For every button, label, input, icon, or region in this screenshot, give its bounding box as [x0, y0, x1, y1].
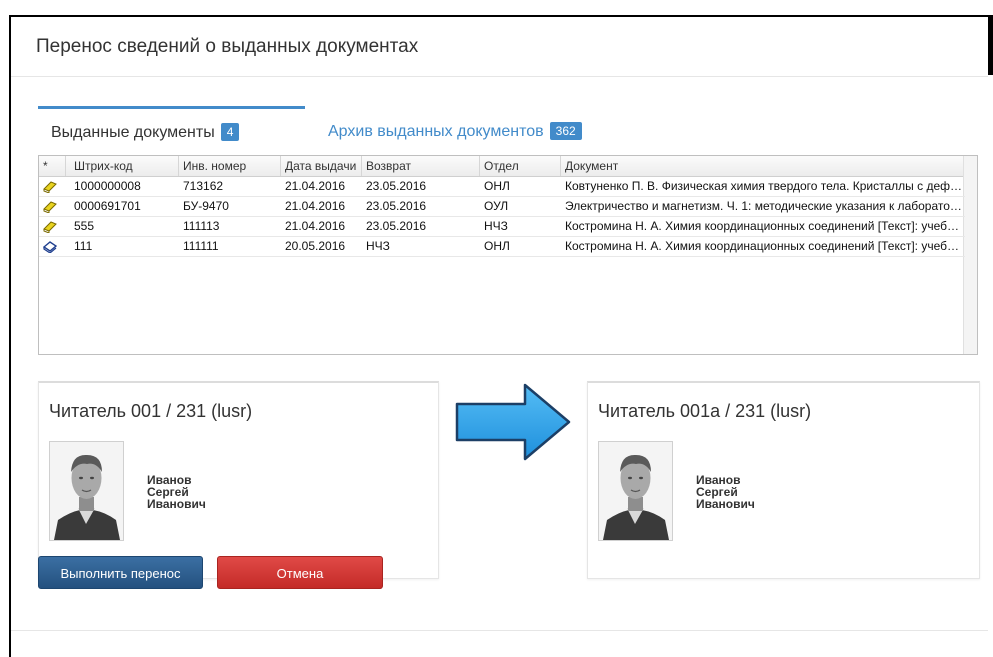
department-cell: ОНЛ — [484, 239, 510, 253]
yellow-book-icon — [43, 181, 57, 193]
table-row[interactable]: 555 111113 21.04.2016 23.05.2016 НЧЗ Кос… — [39, 217, 965, 237]
document-cell: Ковтуненко П. В. Физическая химия твердо… — [565, 179, 965, 193]
transfer-button[interactable]: Выполнить перенос — [38, 556, 203, 589]
issue-date-cell: 21.04.2016 — [285, 179, 346, 193]
person-photo-icon — [50, 442, 123, 540]
tab-issued-documents[interactable]: Выданные документы 4 — [38, 106, 305, 150]
dialog-title: Перенос сведений о выданных документах — [36, 36, 419, 57]
cancel-button[interactable]: Отмена — [217, 556, 383, 589]
reader-photo — [49, 441, 124, 541]
window-border-left — [9, 15, 11, 657]
document-cell: Костромина Н. А. Химия координационных с… — [565, 239, 965, 253]
inventory-cell: БУ-9470 — [183, 199, 229, 213]
inventory-cell: 713162 — [183, 179, 224, 193]
department-cell: НЧЗ — [484, 219, 508, 233]
yellow-book-icon — [43, 221, 57, 233]
table-row[interactable]: 111 111111 20.05.2016 НЧЗ ОНЛ Костромина… — [39, 237, 965, 257]
window-border-top — [9, 15, 993, 17]
inventory-cell: 111111 — [183, 239, 219, 253]
column-header-inventory[interactable]: Инв. номер — [179, 156, 281, 176]
column-header-status[interactable]: * — [39, 156, 66, 176]
barcode-cell: 111 — [74, 239, 93, 253]
tab-label: Архив выданных документов — [328, 123, 544, 140]
source-reader-card: Читатель 001 / 231 (lusr) Иванов Сергей … — [38, 381, 439, 579]
count-badge: 4 — [220, 123, 240, 141]
tab-bar: Выданные документы 4 Архив выданных докум… — [38, 106, 980, 150]
count-badge: 362 — [549, 122, 582, 140]
tab-label: Выданные документы — [51, 124, 215, 141]
department-cell: ОУЛ — [484, 199, 509, 213]
return-date-cell: 23.05.2016 — [366, 179, 427, 193]
column-header-return-date[interactable]: Возврат — [362, 156, 480, 176]
barcode-cell: 555 — [74, 219, 95, 233]
table-row[interactable]: 0000691701 БУ-9470 21.04.2016 23.05.2016… — [39, 197, 965, 217]
transfer-arrow-icon — [455, 383, 571, 461]
table-row[interactable]: 1000000008 713162 21.04.2016 23.05.2016 … — [39, 177, 965, 197]
inventory-cell: 111113 — [183, 219, 220, 233]
barcode-cell: 0000691701 — [74, 199, 141, 213]
person-photo-icon — [599, 442, 672, 540]
department-cell: ОНЛ — [484, 179, 510, 193]
window-border-right — [988, 15, 993, 75]
issue-date-cell: 20.05.2016 — [285, 239, 346, 253]
title-divider — [11, 76, 988, 77]
grid-header: * Штрих-код Инв. номер Дата выдачи Возвр… — [39, 156, 965, 177]
tab-archive[interactable]: Архив выданных документов 362 — [328, 106, 582, 150]
issued-documents-grid[interactable]: * Штрих-код Инв. номер Дата выдачи Возвр… — [38, 155, 978, 355]
document-cell: Электричество и магнетизм. Ч. 1: методич… — [565, 199, 965, 213]
return-date-cell: 23.05.2016 — [366, 219, 427, 233]
target-reader-card: Читатель 001а / 231 (lusr) Иванов Сергей… — [587, 381, 980, 579]
barcode-cell: 1000000008 — [74, 179, 141, 193]
footer-divider — [11, 630, 988, 631]
reader-middle-name: Иванович — [147, 497, 206, 511]
reader-title: Читатель 001 / 231 (lusr) — [49, 401, 253, 421]
document-cell: Костромина Н. А. Химия координационных с… — [565, 219, 965, 233]
blue-book-icon — [43, 241, 57, 253]
reader-title: Читатель 001а / 231 (lusr) — [598, 401, 812, 421]
column-header-barcode[interactable]: Штрих-код — [66, 156, 179, 176]
reader-middle-name: Иванович — [696, 497, 755, 511]
grid-scrollbar[interactable] — [963, 156, 977, 354]
yellow-book-icon — [43, 201, 57, 213]
issue-date-cell: 21.04.2016 — [285, 219, 346, 233]
issue-date-cell: 21.04.2016 — [285, 199, 346, 213]
return-date-cell: 23.05.2016 — [366, 199, 427, 213]
column-header-issue-date[interactable]: Дата выдачи — [281, 156, 362, 176]
column-header-department[interactable]: Отдел — [480, 156, 561, 176]
return-date-cell: НЧЗ — [366, 239, 390, 253]
column-header-document[interactable]: Документ — [561, 156, 965, 176]
reader-photo — [598, 441, 673, 541]
